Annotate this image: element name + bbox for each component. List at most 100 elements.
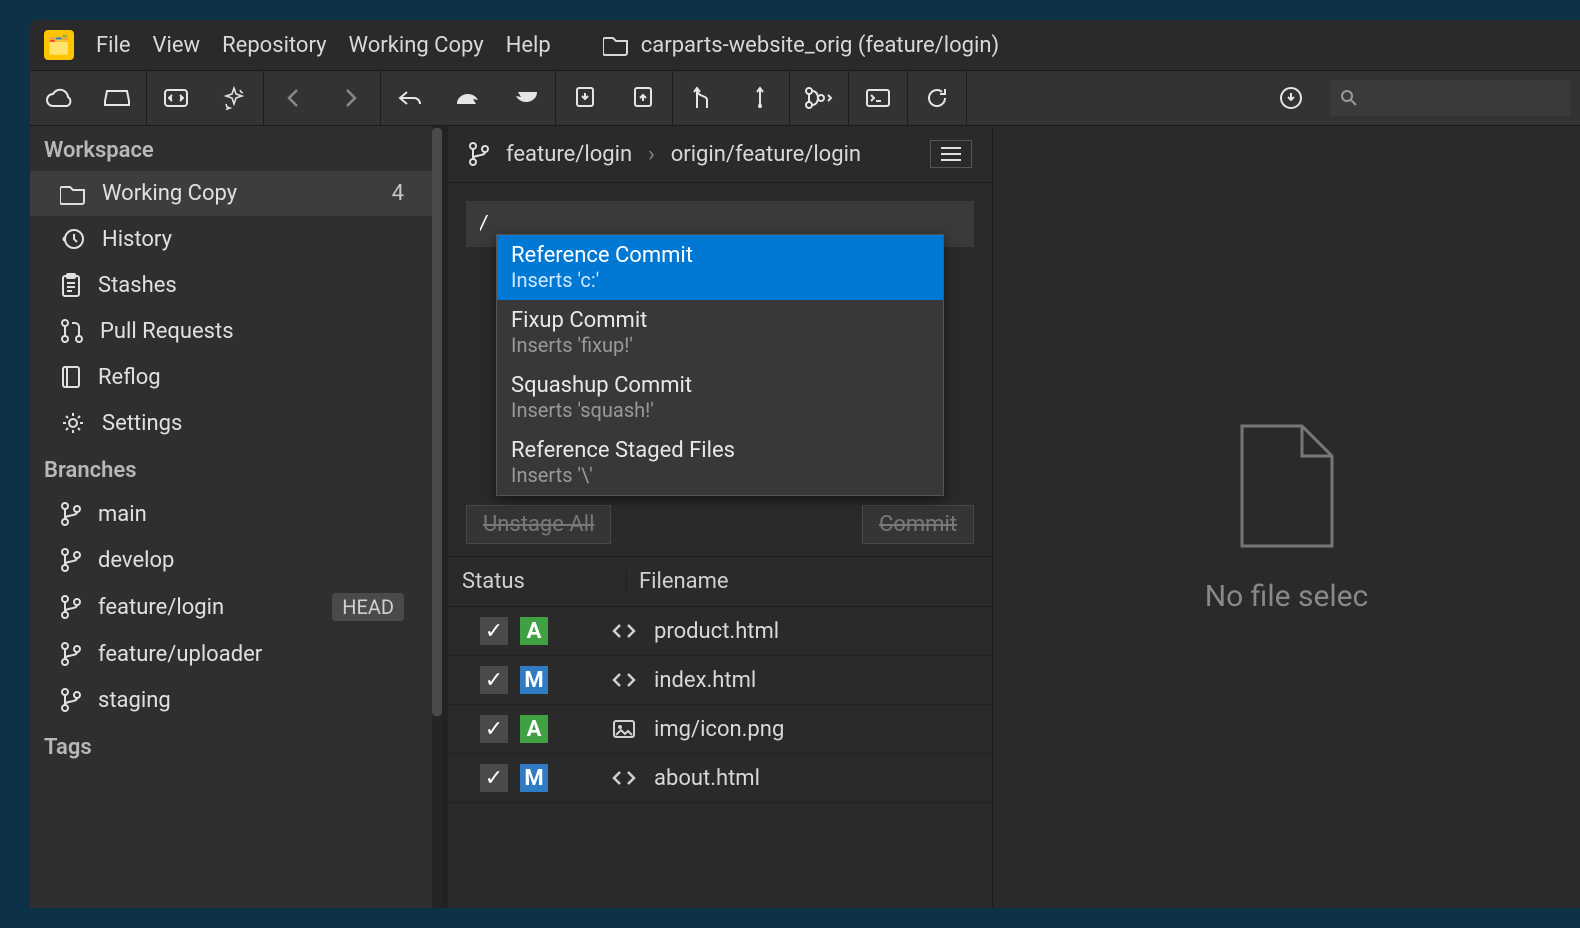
branch-icon [60, 547, 82, 573]
table-header: Status Filename [448, 557, 992, 607]
checkout-button[interactable] [147, 71, 205, 125]
sidebar-item-label: staging [98, 688, 171, 713]
download-button[interactable] [1262, 71, 1320, 125]
sidebar-item-label: Pull Requests [100, 319, 234, 344]
sidebar: Workspace Working Copy 4 History Stashes… [30, 126, 448, 908]
book-icon [60, 364, 82, 390]
sidebar-item-stashes[interactable]: Stashes [30, 262, 442, 308]
header-status[interactable]: Status [462, 569, 626, 594]
sidebar-branch-main[interactable]: main [30, 491, 442, 537]
sidebar-item-settings[interactable]: Settings [30, 400, 442, 446]
search-wrap [1320, 80, 1580, 116]
table-row[interactable]: ✓ A product.html [448, 607, 992, 656]
clipboard-icon [60, 272, 82, 298]
autocomplete-sub: Inserts 'c:' [511, 268, 929, 292]
autocomplete-item-squashup[interactable]: Squashup Commit Inserts 'squash!' [497, 365, 943, 430]
code-icon [604, 670, 644, 690]
autocomplete-item-reference-commit[interactable]: Reference Commit Inserts 'c:' [497, 235, 943, 300]
chevron-right-icon: › [648, 142, 655, 167]
sidebar-item-label: main [98, 502, 147, 527]
redo-button[interactable] [439, 71, 497, 125]
forward-button[interactable] [322, 71, 380, 125]
code-icon [604, 768, 644, 788]
sidebar-item-label: History [102, 227, 172, 252]
status-badge-modified: M [520, 764, 548, 792]
repo-name: carparts-website_orig (feature/login) [641, 33, 999, 58]
row-checkbox[interactable]: ✓ [480, 617, 508, 645]
row-checkbox[interactable]: ✓ [480, 666, 508, 694]
menu-help[interactable]: Help [506, 33, 551, 58]
table-row[interactable]: ✓ A img/icon.png [448, 705, 992, 754]
autocomplete-popup: Reference Commit Inserts 'c:' Fixup Comm… [496, 234, 944, 496]
autocomplete-item-fixup[interactable]: Fixup Commit Inserts 'fixup!' [497, 300, 943, 365]
magic-button[interactable] [205, 71, 263, 125]
terminal-button[interactable] [849, 71, 907, 125]
menu-file[interactable]: File [96, 33, 131, 58]
scrollbar-thumb[interactable] [432, 128, 442, 716]
center-panel: feature/login › origin/feature/login Ref… [448, 126, 992, 908]
branch-icon [60, 641, 82, 667]
sidebar-item-pull-requests[interactable]: Pull Requests [30, 308, 442, 354]
sidebar-item-label: Stashes [98, 273, 177, 298]
row-checkbox[interactable]: ✓ [480, 715, 508, 743]
sidebar-item-label: feature/login [98, 595, 224, 620]
badge-count: 4 [392, 181, 404, 206]
section-tags: Tags [30, 723, 442, 768]
local-button[interactable] [88, 71, 146, 125]
gitflow-button[interactable] [790, 71, 848, 125]
autocomplete-sub: Inserts '\' [511, 463, 929, 487]
filename: about.html [654, 766, 760, 791]
pull-request-icon [60, 318, 84, 344]
current-branch[interactable]: feature/login [506, 142, 632, 167]
sidebar-item-label: Settings [102, 411, 182, 436]
search-input[interactable] [1330, 80, 1570, 116]
table-row[interactable]: ✓ M index.html [448, 656, 992, 705]
section-workspace: Workspace [30, 126, 442, 171]
sidebar-scrollbar[interactable] [432, 126, 442, 908]
commit-actions: Unstage All Commit [448, 505, 992, 556]
status-badge-modified: M [520, 666, 548, 694]
autocomplete-title: Reference Staged Files [511, 438, 929, 463]
sidebar-item-working-copy[interactable]: Working Copy 4 [30, 171, 442, 216]
rebase-button[interactable] [731, 71, 789, 125]
autocomplete-sub: Inserts 'fixup!' [511, 333, 929, 357]
sidebar-item-label: Working Copy [102, 181, 237, 206]
undo-button[interactable] [381, 71, 439, 125]
autocomplete-item-staged-files[interactable]: Reference Staged Files Inserts '\' [497, 430, 943, 495]
jump-button[interactable] [497, 71, 555, 125]
status-badge-added: A [520, 617, 548, 645]
menu-view[interactable]: View [153, 33, 201, 58]
merge-button[interactable] [673, 71, 731, 125]
sidebar-item-reflog[interactable]: Reflog [30, 354, 442, 400]
menu-repository[interactable]: Repository [222, 33, 326, 58]
commit-button[interactable]: Commit [862, 505, 974, 544]
autocomplete-title: Squashup Commit [511, 373, 929, 398]
empty-state-text: No file selec [1205, 579, 1369, 614]
sidebar-branch-develop[interactable]: develop [30, 537, 442, 583]
push-button[interactable] [614, 71, 672, 125]
menu-working-copy[interactable]: Working Copy [349, 33, 484, 58]
sidebar-item-history[interactable]: History [30, 216, 442, 262]
right-panel: No file selec [992, 126, 1580, 908]
sidebar-branch-staging[interactable]: staging [30, 677, 442, 723]
section-branches: Branches [30, 446, 442, 491]
cloud-button[interactable] [30, 71, 88, 125]
pull-button[interactable] [556, 71, 614, 125]
hamburger-button[interactable] [930, 140, 972, 168]
folder-icon [60, 183, 86, 205]
image-icon [604, 719, 644, 739]
refresh-button[interactable] [908, 71, 966, 125]
sidebar-branch-feature-login[interactable]: feature/login HEAD [30, 583, 442, 631]
header-filename[interactable]: Filename [626, 569, 978, 594]
branch-icon [60, 687, 82, 713]
table-row[interactable]: ✓ M about.html [448, 754, 992, 803]
filename: index.html [654, 668, 756, 693]
remote-branch[interactable]: origin/feature/login [671, 142, 861, 167]
autocomplete-title: Reference Commit [511, 243, 929, 268]
sidebar-branch-feature-uploader[interactable]: feature/uploader [30, 631, 442, 677]
back-button[interactable] [264, 71, 322, 125]
toolbar [30, 70, 1580, 126]
row-checkbox[interactable]: ✓ [480, 764, 508, 792]
unstage-all-button[interactable]: Unstage All [466, 505, 611, 544]
repo-indicator[interactable]: carparts-website_orig (feature/login) [603, 33, 999, 58]
